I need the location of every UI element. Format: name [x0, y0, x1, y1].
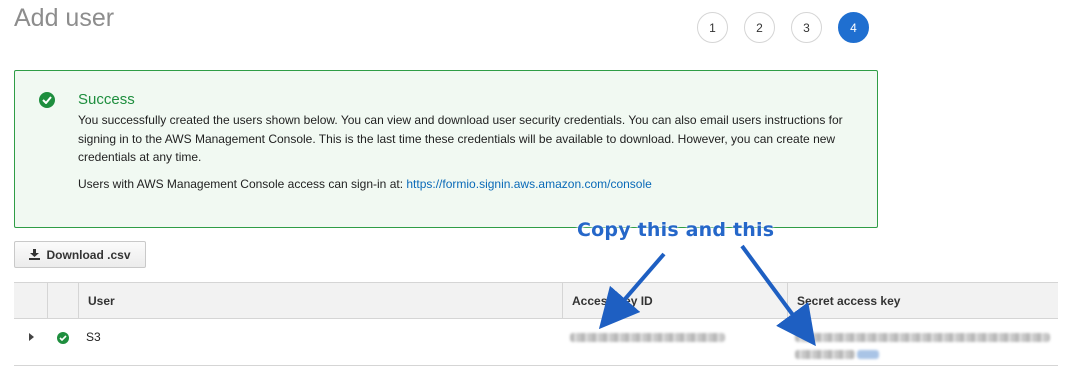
download-csv-button[interactable]: Download .csv — [14, 241, 146, 268]
access-key-id-redacted — [570, 333, 725, 342]
signin-prefix: Users with AWS Management Console access… — [78, 177, 404, 191]
wizard-steps: 1 2 3 4 — [697, 12, 869, 43]
expand-column-header — [14, 283, 47, 318]
secret-key-redacted-line2 — [795, 350, 855, 359]
secret-key-redacted-line1 — [795, 333, 1050, 342]
status-column-header — [47, 283, 78, 318]
check-circle-icon — [57, 332, 69, 344]
step-3[interactable]: 3 — [791, 12, 822, 43]
column-header-access-key-id: Access key ID — [562, 283, 787, 318]
step-2[interactable]: 2 — [744, 12, 775, 43]
column-header-secret-access-key: Secret access key — [787, 283, 1058, 318]
download-icon — [29, 249, 41, 260]
success-title: Success — [78, 91, 135, 108]
step-4[interactable]: 4 — [838, 12, 869, 43]
show-secret-link-redacted[interactable] — [857, 350, 879, 359]
annotation-text: Copy this and this — [577, 219, 775, 241]
expand-row-caret-icon[interactable] — [29, 333, 34, 341]
page-title: Add user — [14, 4, 115, 32]
download-csv-label: Download .csv — [46, 247, 131, 262]
step-1[interactable]: 1 — [697, 12, 728, 43]
success-alert: Success You successfully created the use… — [14, 70, 878, 228]
check-circle-icon — [39, 92, 55, 108]
table-header: User Access key ID Secret access key — [14, 282, 1058, 319]
user-name-cell: S3 — [86, 330, 101, 344]
signin-url-link[interactable]: https://formio.signin.aws.amazon.com/con… — [406, 177, 651, 191]
column-header-user: User — [78, 283, 562, 318]
success-message: You successfully created the users shown… — [78, 113, 843, 164]
users-table: User Access key ID Secret access key S3 — [14, 282, 1058, 366]
signin-line: Users with AWS Management Console access… — [78, 177, 652, 191]
table-row: S3 — [14, 319, 1058, 366]
